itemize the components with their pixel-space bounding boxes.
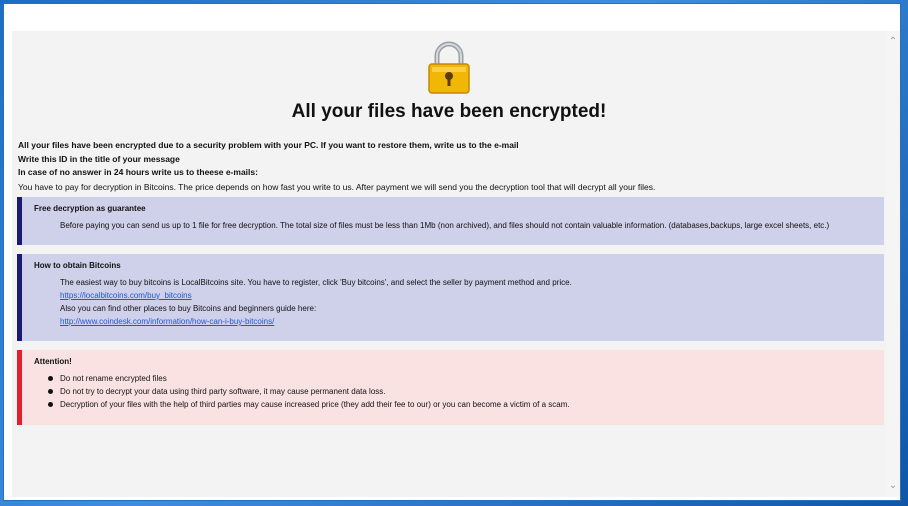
attention-item: Do not try to decrypt your data using th… — [48, 385, 884, 398]
intro-text: All your files have been encrypted due t… — [18, 139, 878, 194]
attention-item: Decryption of your files with the help o… — [48, 398, 884, 411]
intro-line-2: Write this ID in the title of your messa… — [18, 153, 180, 164]
intro-line-1: All your files have been encrypted due t… — [18, 140, 519, 150]
localbitcoins-link[interactable]: https://localbitcoins.com/buy_bitcoins — [60, 291, 192, 300]
bitcoins-box: How to obtain Bitcoins The easiest way t… — [17, 254, 884, 341]
window-titlebar[interactable] — [4, 4, 900, 31]
scroll-down-icon[interactable]: ⌄ — [886, 479, 900, 493]
note-content: All your files have been encrypted! All … — [12, 31, 886, 497]
attention-heading: Attention! — [34, 357, 72, 366]
page-title: All your files have been encrypted! — [291, 101, 607, 122]
bitcoins-text-2: Also you can find other places to buy Bi… — [60, 304, 317, 313]
scroll-up-icon[interactable]: ⌃ — [886, 35, 900, 49]
coindesk-link[interactable]: http://www.coindesk.com/information/how-… — [60, 317, 274, 326]
attention-box: Attention! Do not rename encrypted files… — [17, 350, 884, 425]
attention-item: Do not rename encrypted files — [48, 372, 884, 385]
vertical-scrollbar[interactable]: ⌃ ⌄ — [886, 31, 900, 497]
ransom-note-window: All your files have been encrypted! All … — [3, 3, 901, 501]
intro-line-3: In case of no answer in 24 hours write u… — [18, 167, 258, 177]
free-decryption-heading: Free decryption as guarantee — [34, 204, 146, 213]
bitcoins-text-1: The easiest way to buy bitcoins is Local… — [60, 278, 572, 287]
free-decryption-box: Free decryption as guarantee Before payi… — [17, 197, 884, 245]
padlock-icon — [428, 41, 470, 94]
free-decryption-text: Before paying you can send us up to 1 fi… — [60, 221, 830, 230]
intro-line-4: You have to pay for decryption in Bitcoi… — [18, 181, 656, 192]
bitcoins-heading: How to obtain Bitcoins — [34, 261, 121, 270]
attention-list: Do not rename encrypted files Do not try… — [34, 372, 884, 411]
